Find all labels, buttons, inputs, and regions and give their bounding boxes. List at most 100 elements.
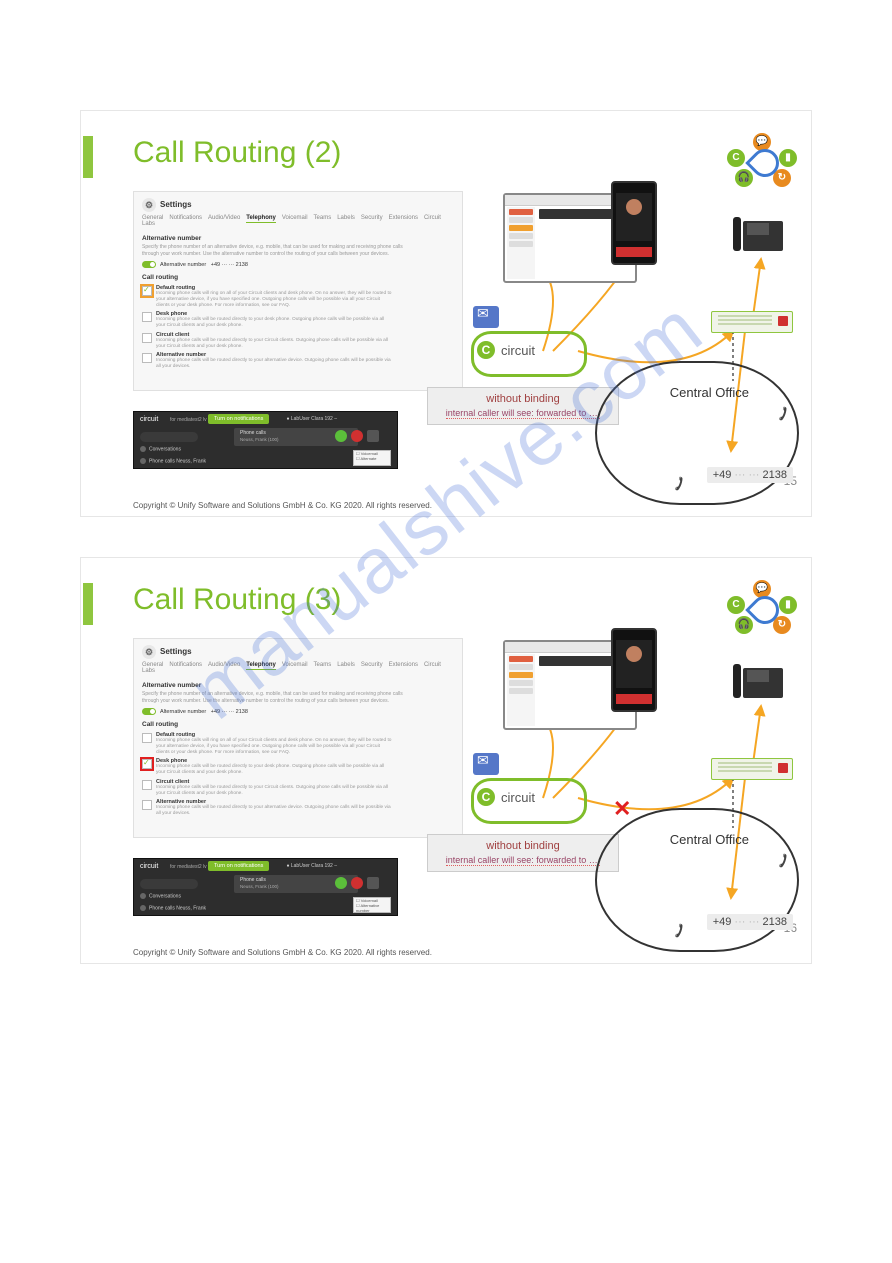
circuit-cloud: C circuit bbox=[471, 778, 581, 818]
presence-status[interactable]: ● LabUser Clara 192 – bbox=[286, 863, 337, 869]
section-title: Call routing bbox=[142, 721, 454, 728]
circuit-cloud: C circuit bbox=[471, 331, 581, 371]
desk-phone bbox=[733, 658, 793, 706]
settings-panel: ⚙Settings GeneralNotificationsAudio/Vide… bbox=[133, 191, 463, 391]
routing-option[interactable]: Desk phone Incoming phone calls will be … bbox=[142, 311, 454, 329]
tab-telephony[interactable]: Telephony bbox=[246, 662, 276, 670]
gear-icon[interactable]: ⚙ bbox=[142, 645, 156, 659]
central-office-cloud bbox=[595, 361, 799, 505]
note-subtitle: internal caller will see: forwarded to …… bbox=[434, 408, 612, 420]
accent-bar bbox=[83, 583, 93, 625]
network-diagram: C circuit without binding internal calle… bbox=[483, 181, 803, 481]
routing-list: Default routing Incoming phone calls wil… bbox=[142, 732, 454, 817]
notifications-pill[interactable]: Turn on notifications bbox=[208, 414, 269, 424]
circuit-logo-icon: C bbox=[477, 788, 495, 806]
section-title: Alternative number bbox=[142, 682, 454, 689]
notifications-pill[interactable]: Turn on notifications bbox=[208, 861, 269, 871]
tab-labels[interactable]: Labels bbox=[337, 215, 355, 221]
checkbox-icon[interactable] bbox=[142, 312, 152, 322]
note-title: without binding bbox=[434, 392, 612, 406]
tab-notifications[interactable]: Notifications bbox=[169, 662, 202, 668]
voicemail-icon bbox=[473, 753, 499, 775]
tab-telephony[interactable]: Telephony bbox=[246, 215, 276, 223]
section-title: Call routing bbox=[142, 274, 454, 281]
c-icon: C bbox=[727, 149, 745, 167]
circuit-tenant: for mediatest2 lv bbox=[170, 864, 207, 870]
presentation-slide: Call Routing (2) 15 Copyright © Unify So… bbox=[80, 110, 812, 517]
search-input[interactable] bbox=[140, 879, 198, 889]
list-item[interactable]: Conversations bbox=[140, 893, 220, 903]
tab-extensions[interactable]: Extensions bbox=[389, 215, 418, 221]
circuit-label: circuit bbox=[501, 790, 535, 805]
tab-notifications[interactable]: Notifications bbox=[169, 215, 202, 221]
section-title: Alternative number bbox=[142, 235, 454, 242]
tab-security[interactable]: Security bbox=[361, 662, 383, 668]
circuit-tenant: for mediatest2 lv bbox=[170, 417, 207, 423]
slide-title: Call Routing (2) bbox=[133, 136, 341, 170]
checkbox-icon[interactable] bbox=[142, 733, 152, 743]
accept-call-icon[interactable] bbox=[335, 877, 347, 889]
list-item[interactable]: Phone calls Neuss, Frank bbox=[140, 458, 220, 468]
slide-title: Call Routing (3) bbox=[133, 583, 341, 617]
decline-call-icon[interactable] bbox=[351, 877, 363, 889]
tab-audiovideo[interactable]: Audio/Video bbox=[208, 215, 240, 221]
tab-security[interactable]: Security bbox=[361, 215, 383, 221]
central-office-label: Central Office bbox=[670, 385, 749, 400]
call-caller: Neuss, Frank (100) bbox=[240, 884, 279, 889]
routing-list: Default routing Incoming phone calls wil… bbox=[142, 285, 454, 370]
routing-option[interactable]: Circuit client Incoming phone calls will… bbox=[142, 779, 454, 797]
list-item[interactable]: Phone calls Neuss, Frank bbox=[140, 905, 220, 915]
alt-number-row: Alternative number +49 ··· ··· 2138 bbox=[142, 261, 454, 268]
call-options-panel: ☐ Voicemail☐ Alternative number bbox=[353, 897, 391, 913]
routing-option[interactable]: Alternative number Incoming phone calls … bbox=[142, 799, 454, 817]
option-desc: Incoming phone calls will be routed dire… bbox=[156, 317, 394, 329]
gateway-device bbox=[711, 311, 793, 333]
call-title: Phone calls bbox=[240, 877, 266, 883]
circuit-client-bar: circuit for mediatest2 lv Turn on notifi… bbox=[133, 858, 398, 916]
call-options-panel: ☐ Voicemail☐ Alternate bbox=[353, 450, 391, 466]
toggle-icon[interactable] bbox=[142, 261, 156, 268]
routing-option[interactable]: Default routing Incoming phone calls wil… bbox=[142, 285, 454, 308]
presence-status[interactable]: ● LabUser Clara 192 – bbox=[286, 416, 337, 422]
routing-option[interactable]: Alternative number Incoming phone calls … bbox=[142, 352, 454, 370]
checkbox-icon[interactable] bbox=[142, 286, 152, 296]
call-options-icon[interactable] bbox=[367, 430, 379, 442]
alt-number-row: Alternative number +49 ··· ··· 2138 bbox=[142, 708, 454, 715]
desk-phone bbox=[733, 211, 793, 259]
checkbox-icon[interactable] bbox=[142, 800, 152, 810]
section-desc: Specify the phone number of an alternati… bbox=[142, 691, 412, 704]
toggle-icon[interactable] bbox=[142, 708, 156, 715]
option-desc: Incoming phone calls will be routed dire… bbox=[156, 805, 394, 817]
accept-call-icon[interactable] bbox=[335, 430, 347, 442]
checkbox-icon[interactable] bbox=[142, 353, 152, 363]
circuit-logo: circuit bbox=[140, 863, 158, 870]
call-caller: Neuss, Frank (100) bbox=[240, 437, 279, 442]
tab-voicemail[interactable]: Voicemail bbox=[282, 662, 308, 668]
tab-teams[interactable]: Teams bbox=[314, 215, 332, 221]
tab-extensions[interactable]: Extensions bbox=[389, 662, 418, 668]
settings-tabs: GeneralNotificationsAudio/VideoTelephony… bbox=[142, 662, 454, 674]
option-desc: Incoming phone calls will be routed dire… bbox=[156, 785, 394, 797]
list-item[interactable]: Conversations bbox=[140, 446, 220, 456]
binding-note: without binding internal caller will see… bbox=[427, 834, 619, 872]
routing-option[interactable]: Circuit client Incoming phone calls will… bbox=[142, 332, 454, 350]
feature-icon-cluster: C 💬 ▮ 🎧 ↻ bbox=[727, 580, 797, 634]
search-input[interactable] bbox=[140, 432, 198, 442]
tab-audiovideo[interactable]: Audio/Video bbox=[208, 662, 240, 668]
tab-teams[interactable]: Teams bbox=[314, 662, 332, 668]
device-icon: ▮ bbox=[779, 596, 797, 614]
routing-option[interactable]: Desk phone Incoming phone calls will be … bbox=[142, 758, 454, 776]
section-desc: Specify the phone number of an alternati… bbox=[142, 244, 412, 257]
routing-option[interactable]: Default routing Incoming phone calls wil… bbox=[142, 732, 454, 755]
checkbox-icon[interactable] bbox=[142, 333, 152, 343]
call-options-icon[interactable] bbox=[367, 877, 379, 889]
tab-labels[interactable]: Labels bbox=[337, 662, 355, 668]
option-desc: Incoming phone calls will be routed dire… bbox=[156, 358, 394, 370]
tab-voicemail[interactable]: Voicemail bbox=[282, 215, 308, 221]
copyright-text: Copyright © Unify Software and Solutions… bbox=[133, 501, 432, 510]
presentation-slide: Call Routing (3) 16 Copyright © Unify So… bbox=[80, 557, 812, 964]
gear-icon[interactable]: ⚙ bbox=[142, 198, 156, 212]
decline-call-icon[interactable] bbox=[351, 430, 363, 442]
checkbox-icon[interactable] bbox=[142, 780, 152, 790]
checkbox-icon[interactable] bbox=[142, 759, 152, 769]
